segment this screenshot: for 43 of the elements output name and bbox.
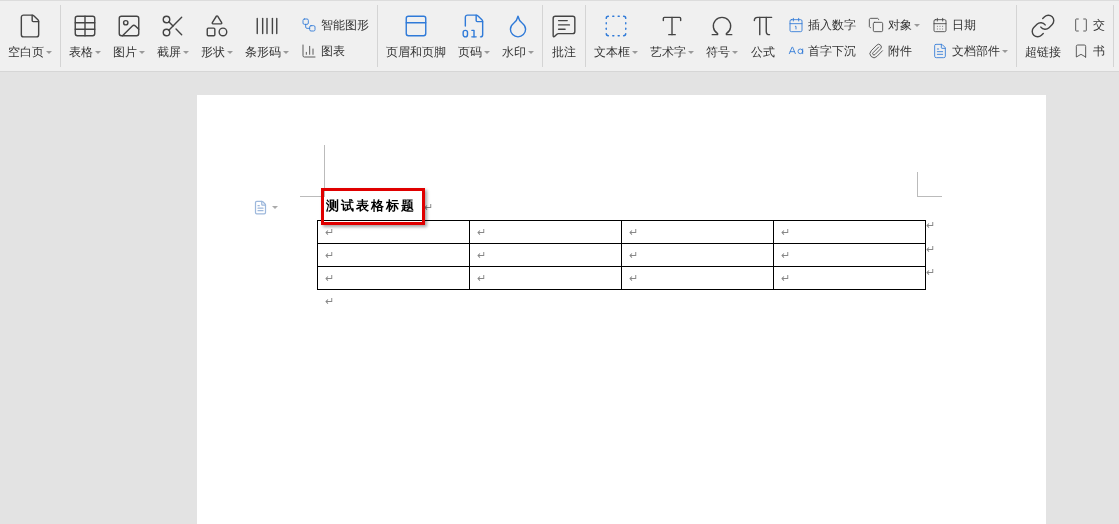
- table-cell[interactable]: ↵: [774, 244, 925, 266]
- toolbar-button[interactable]: 智能图形: [301, 15, 369, 35]
- paragraph-mark: ↵: [424, 199, 433, 215]
- paragraph-mark: ↵: [324, 294, 334, 309]
- toolbar-button[interactable]: 水印: [498, 13, 538, 61]
- table-cell[interactable]: ↵: [622, 267, 774, 289]
- table-title: 测试表格标题: [326, 196, 416, 215]
- toolbar-button[interactable]: 页码: [454, 13, 494, 61]
- paragraph-mark: ↵: [926, 244, 935, 255]
- table-cell[interactable]: ↵: [622, 244, 774, 266]
- toolbar-button[interactable]: 公式: [746, 13, 780, 61]
- paragraph-mark: ↵: [926, 220, 935, 231]
- paragraph-mark: ↵: [926, 267, 935, 278]
- table-cell[interactable]: ↵: [318, 244, 470, 266]
- toolbar-button[interactable]: 截屏: [153, 13, 193, 61]
- toolbar-button[interactable]: 空白页: [4, 13, 56, 61]
- table-cell[interactable]: ↵: [470, 267, 622, 289]
- toolbar-button[interactable]: 文本框: [590, 13, 642, 61]
- toolbar-button[interactable]: 条形码: [241, 13, 293, 61]
- table-cell[interactable]: ↵: [622, 221, 774, 243]
- toolbar-button[interactable]: 插入数字: [788, 15, 856, 35]
- table-cell[interactable]: ↵: [318, 221, 470, 243]
- toolbar-button[interactable]: 对象: [868, 15, 920, 35]
- toolbar-button[interactable]: 超链接: [1021, 13, 1065, 61]
- table-cell[interactable]: ↵: [774, 221, 925, 243]
- toolbar-button[interactable]: 形状: [197, 13, 237, 61]
- toolbar-button[interactable]: 符号: [702, 13, 742, 61]
- toolbar-button[interactable]: 批注: [547, 13, 581, 61]
- toolbar-button[interactable]: 书: [1073, 41, 1105, 61]
- toolbar-button[interactable]: 页眉和页脚: [382, 13, 450, 61]
- table-cell[interactable]: ↵: [318, 267, 470, 289]
- table-cell[interactable]: ↵: [470, 221, 622, 243]
- toolbar-button[interactable]: 日期: [932, 15, 1008, 35]
- toolbar-button[interactable]: 首字下沉: [788, 41, 856, 61]
- toolbar-button[interactable]: 附件: [868, 41, 920, 61]
- toolbar-button[interactable]: 表格: [65, 13, 105, 61]
- toolbar-button[interactable]: 文档部件: [932, 41, 1008, 61]
- toolbar-button[interactable]: 交: [1073, 15, 1105, 35]
- table-cell[interactable]: ↵: [774, 267, 925, 289]
- toolbar-button[interactable]: 图片: [109, 13, 149, 61]
- table-cell[interactable]: ↵: [470, 244, 622, 266]
- toolbar-button[interactable]: 图表: [301, 41, 369, 61]
- toolbar-button[interactable]: 艺术字: [646, 13, 698, 61]
